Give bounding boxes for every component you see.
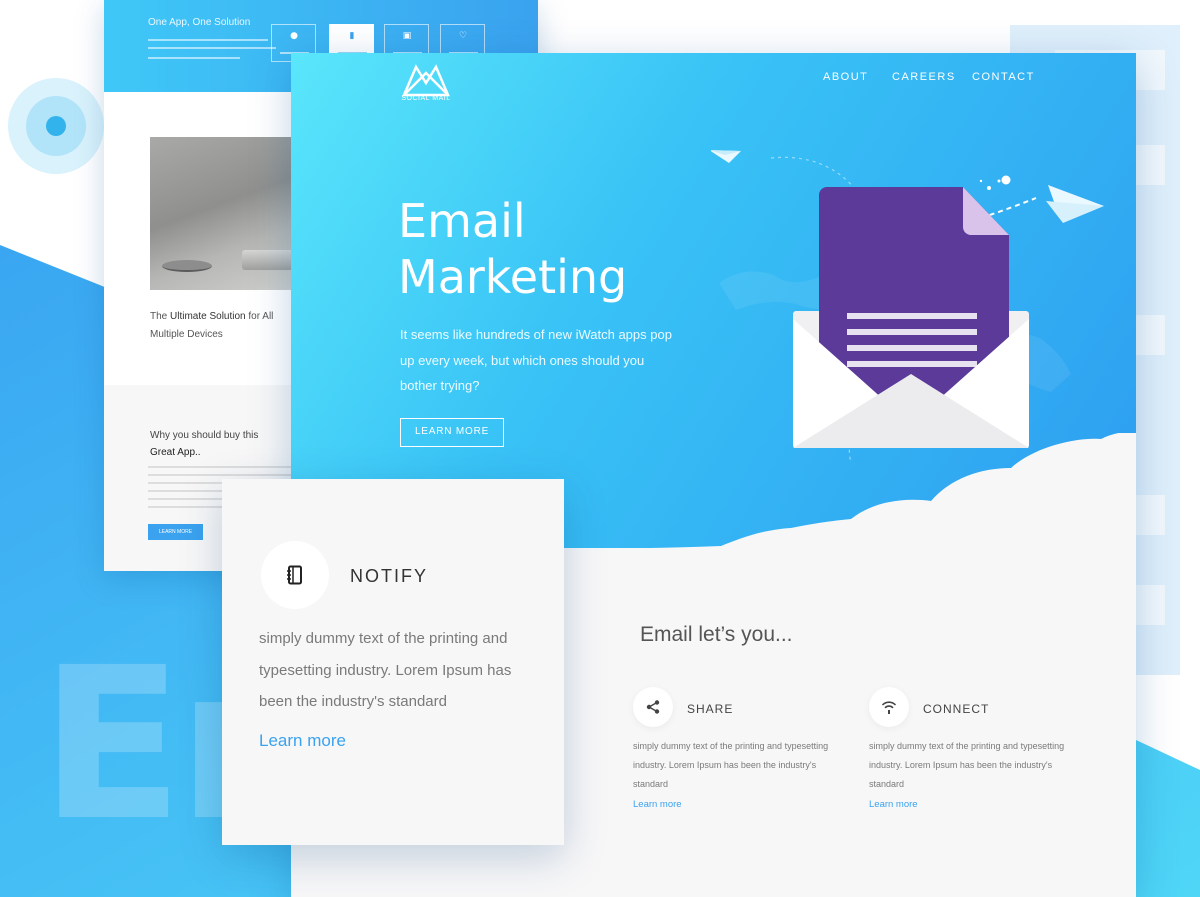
location-icon: ● (290, 31, 298, 41)
back-page-caption: The Ultimate Solution for All Multiple D… (150, 311, 274, 340)
feature-connect-learn-more-link[interactable]: Learn more (869, 799, 918, 810)
notify-description: simply dummy text of the printing and ty… (259, 630, 512, 710)
back-page-why-heading: Why you should buy this Great App.. (150, 430, 259, 458)
decorative-target-circle (8, 78, 104, 174)
hero-section: SOCIAL MAIL ABOUT CAREERS CONTACT Email M… (291, 53, 1136, 548)
notify-card: NOTIFY simply dummy text of the printing… (222, 479, 564, 845)
hero-learn-more-button[interactable]: LEARN MORE (400, 418, 504, 447)
feature-share-title: SHARE (687, 702, 734, 716)
features-heading: Email let’s you... (640, 623, 793, 646)
hero-subtitle: It seems like hundreds of new iWatch app… (400, 327, 672, 393)
logo-text: SOCIAL MAIL (401, 95, 451, 102)
devices-photo (150, 137, 302, 290)
wifi-icon (881, 701, 897, 714)
back-page-learn-more-button[interactable]: LEARN MORE (148, 524, 203, 540)
social-mail-logo-icon (402, 64, 450, 97)
feature-share-learn-more-link[interactable]: Learn more (633, 799, 682, 810)
notify-learn-more-link[interactable]: Learn more (259, 731, 346, 751)
notify-title: NOTIFY (350, 566, 428, 586)
feature-share-description: simply dummy text of the printing and ty… (633, 741, 829, 789)
hero-title: Email Marketing (398, 194, 628, 304)
nav-careers[interactable]: CAREERS (892, 71, 956, 83)
microphone-icon: ▮ (349, 31, 355, 41)
nav-about[interactable]: ABOUT (823, 71, 868, 83)
share-icon (646, 700, 660, 714)
heart-icon: ♡ (458, 31, 468, 41)
nav-contact[interactable]: CONTACT (972, 71, 1035, 83)
back-page-title: One App, One Solution (148, 17, 251, 28)
feature-connect-title: CONNECT (923, 702, 990, 716)
calendar-icon: ▣ (402, 31, 412, 41)
email-envelope-illustration (711, 150, 1104, 463)
notebook-icon (287, 565, 302, 585)
feature-connect-description: simply dummy text of the printing and ty… (869, 741, 1065, 789)
